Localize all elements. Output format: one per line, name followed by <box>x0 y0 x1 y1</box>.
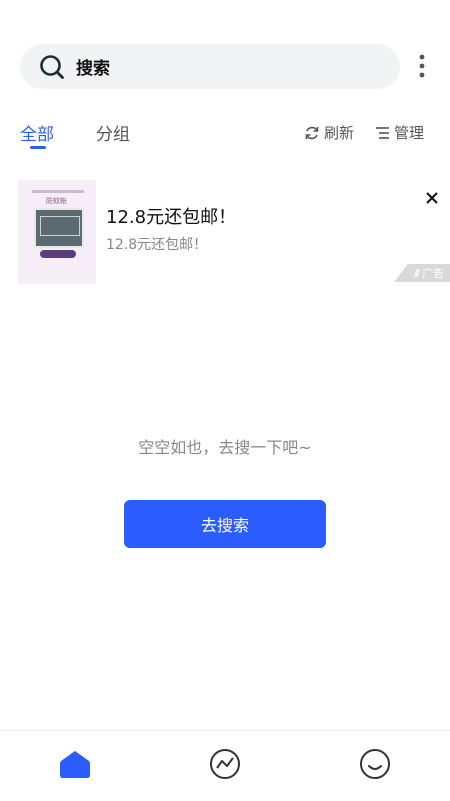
close-icon[interactable] <box>424 190 440 206</box>
manage-label: 管理 <box>394 124 425 142</box>
ad-title: 12.8元还包邮！ <box>106 207 237 228</box>
go-search-button[interactable]: 去搜索 <box>124 500 326 548</box>
empty-state-message: 空空如也，去搜一下吧~ <box>138 438 312 457</box>
search-icon <box>40 54 64 79</box>
bottom-nav <box>0 730 450 801</box>
ad-thumbnail: 防蚊帐 <box>18 180 96 284</box>
ad-badge: /// 广告 <box>394 264 450 282</box>
ad-subtitle: 12.8元还包邮！ <box>106 237 208 253</box>
tab-group[interactable]: 分组 <box>96 120 130 145</box>
nav-home[interactable] <box>58 747 92 781</box>
more-vertical-icon[interactable] <box>412 52 432 80</box>
smile-icon <box>360 749 390 779</box>
nav-trend[interactable] <box>208 747 242 781</box>
nav-profile[interactable] <box>358 747 392 781</box>
ad-card[interactable]: 防蚊帐 12.8元还包邮！ 12.8元还包邮！ /// 广告 <box>0 178 450 286</box>
search-bar[interactable]: 搜索 <box>20 44 400 89</box>
ad-mark-icon: /// <box>413 267 420 279</box>
tab-active-indicator <box>30 146 46 149</box>
home-icon <box>60 751 90 778</box>
search-label: 搜索 <box>76 59 110 79</box>
refresh-icon <box>305 126 319 139</box>
trend-icon <box>210 749 240 779</box>
tab-all[interactable]: 全部 <box>20 120 54 145</box>
manage-button[interactable]: 管理 <box>374 122 424 143</box>
list-icon <box>376 126 389 139</box>
refresh-button[interactable]: 刷新 <box>304 122 354 143</box>
refresh-label: 刷新 <box>324 124 355 142</box>
